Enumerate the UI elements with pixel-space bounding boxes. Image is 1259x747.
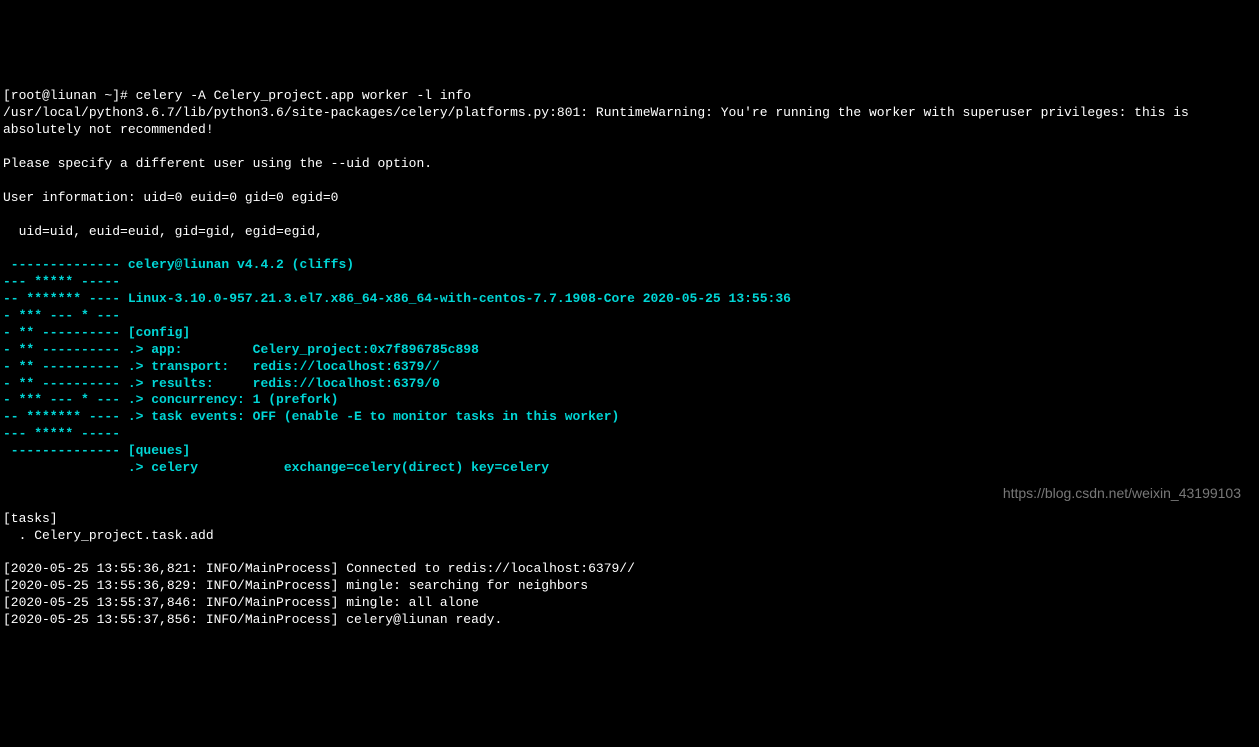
log-line-3: [2020-05-25 13:55:37,846: INFO/MainProce… (3, 595, 479, 610)
log-line-1: [2020-05-25 13:55:36,821: INFO/MainProce… (3, 561, 635, 576)
banner-art-2: - *** --- * --- (3, 308, 120, 323)
banner-concurrency: - *** --- * --- .> concurrency: 1 (prefo… (3, 392, 338, 407)
log-line-4: [2020-05-25 13:55:37,856: INFO/MainProce… (3, 612, 502, 627)
terminal-output: [root@liunan ~]# celery -A Celery_projec… (3, 72, 1256, 629)
prompt-command: celery -A Celery_project.app worker -l i… (136, 88, 471, 103)
prompt-user-host: [root@liunan ~]# (3, 88, 136, 103)
banner-app: - ** ---------- .> app: Celery_project:0… (3, 342, 479, 357)
banner-queues: -------------- [queues] (3, 443, 190, 458)
banner-art-3: --- ***** ----- (3, 426, 120, 441)
banner-queue-celery: .> celery exchange=celery(direct) key=ce… (3, 460, 549, 475)
tasks-header: [tasks] (3, 511, 58, 526)
banner-header: -------------- celery@liunan v4.4.2 (cli… (3, 257, 354, 272)
blank-line (3, 240, 11, 255)
banner-art-1: --- ***** ----- (3, 274, 120, 289)
warning-line-4: User information: uid=0 euid=0 gid=0 egi… (3, 190, 338, 205)
warning-line-5: uid=uid, euid=euid, gid=gid, egid=egid, (3, 224, 323, 239)
banner-platform: -- ******* ---- Linux-3.10.0-957.21.3.el… (3, 291, 791, 306)
banner-task-events: -- ******* ---- .> task events: OFF (ena… (3, 409, 619, 424)
shell-prompt: [root@liunan ~]# celery -A Celery_projec… (3, 88, 471, 103)
log-line-2: [2020-05-25 13:55:36,829: INFO/MainProce… (3, 578, 588, 593)
warning-line-3: Please specify a different user using th… (3, 156, 432, 171)
blank-line-3 (3, 494, 11, 509)
warning-line-1: /usr/local/python3.6.7/lib/python3.6/sit… (3, 105, 1189, 120)
banner-config: - ** ---------- [config] (3, 325, 190, 340)
banner-results: - ** ---------- .> results: redis://loca… (3, 376, 440, 391)
blank-line-2 (3, 477, 11, 492)
banner-transport: - ** ---------- .> transport: redis://lo… (3, 359, 440, 374)
blank-line-4 (3, 545, 11, 560)
watermark-text: https://blog.csdn.net/weixin_43199103 (1003, 484, 1241, 502)
tasks-item-1: . Celery_project.task.add (3, 528, 214, 543)
warning-line-2: absolutely not recommended! (3, 122, 214, 137)
